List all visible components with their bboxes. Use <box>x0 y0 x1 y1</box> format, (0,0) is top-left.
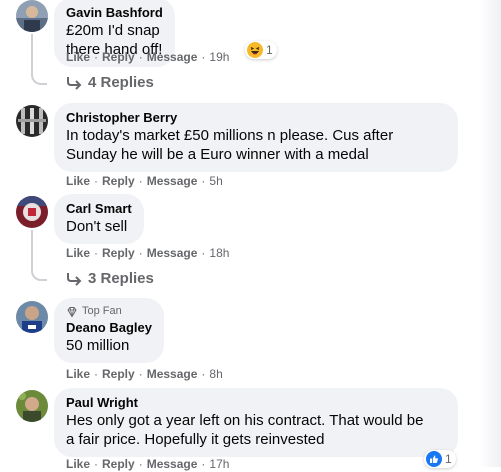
reaction-badge[interactable]: 1 <box>424 450 456 468</box>
diamond-icon <box>67 306 77 317</box>
separator: · <box>138 367 143 381</box>
separator: · <box>94 367 99 381</box>
separator: · <box>201 174 206 188</box>
thread-line <box>31 230 33 266</box>
author-name[interactable]: Gavin Bashford <box>66 5 163 21</box>
reply-button[interactable]: Reply <box>102 367 135 381</box>
timestamp[interactable]: 8h <box>209 367 222 381</box>
separator: · <box>201 457 206 471</box>
avatar[interactable] <box>16 390 48 422</box>
reply-button[interactable]: Reply <box>102 174 135 188</box>
like-button[interactable]: Like <box>66 174 90 188</box>
separator: · <box>201 246 206 260</box>
reaction-count: 1 <box>266 43 273 57</box>
separator: · <box>138 246 143 260</box>
timestamp[interactable]: 5h <box>209 174 222 188</box>
like-button[interactable]: Like <box>66 50 90 64</box>
like-button[interactable]: Like <box>66 457 90 471</box>
author-name[interactable]: Deano Bagley <box>66 320 152 336</box>
separator: · <box>138 174 143 188</box>
message-button[interactable]: Message <box>147 246 198 260</box>
message-button[interactable]: Message <box>147 174 198 188</box>
avatar[interactable] <box>16 0 48 32</box>
reaction-badge[interactable]: 1 <box>245 41 277 59</box>
thread-curve <box>31 265 47 281</box>
top-fan-badge: Top Fan <box>66 305 152 318</box>
message-button[interactable]: Message <box>147 50 198 64</box>
reply-arrow-icon <box>67 272 82 286</box>
separator: · <box>94 174 99 188</box>
replies-count: 3 Replies <box>88 270 154 287</box>
scroll-edge-shadow <box>479 0 501 467</box>
comment-actions: Like · Reply · Message · 17h <box>66 456 229 472</box>
haha-icon <box>247 42 263 58</box>
separator: · <box>138 457 143 471</box>
reply-button[interactable]: Reply <box>102 457 135 471</box>
thread-line <box>31 34 33 70</box>
view-replies-button[interactable]: 3 Replies <box>66 270 154 287</box>
reply-button[interactable]: Reply <box>102 246 135 260</box>
comment-text: Don't sell <box>66 218 128 235</box>
like-button[interactable]: Like <box>66 367 90 381</box>
comment-text: In today's market £50 millions n please.… <box>66 127 394 163</box>
comment-actions: Like · Reply · Message · 18h <box>66 245 229 261</box>
like-button[interactable]: Like <box>66 246 90 260</box>
timestamp[interactable]: 18h <box>209 246 229 260</box>
reply-button[interactable]: Reply <box>102 50 135 64</box>
comment-bubble: Christopher Berry In today's market £50 … <box>54 103 458 172</box>
author-name[interactable]: Carl Smart <box>66 201 132 217</box>
timestamp[interactable]: 19h <box>209 50 229 64</box>
thread-curve <box>31 69 47 85</box>
reply-arrow-icon <box>67 76 82 90</box>
like-icon <box>426 451 442 467</box>
separator: · <box>201 367 206 381</box>
comment-actions: Like · Reply · Message · 8h <box>66 366 223 382</box>
avatar[interactable] <box>16 301 48 333</box>
author-name[interactable]: Paul Wright <box>66 395 446 411</box>
author-name[interactable]: Christopher Berry <box>66 110 446 126</box>
separator: · <box>94 246 99 260</box>
message-button[interactable]: Message <box>147 457 198 471</box>
timestamp[interactable]: 17h <box>209 457 229 471</box>
comment-text: 50 million <box>66 337 130 354</box>
comment-text: Hes only got a year left on his contract… <box>66 412 424 448</box>
comment-actions: Like · Reply · Message · 5h <box>66 173 223 189</box>
badge-label: Top Fan <box>82 305 122 317</box>
separator: · <box>94 457 99 471</box>
avatar[interactable] <box>16 196 48 228</box>
separator: · <box>201 50 206 64</box>
reaction-count: 1 <box>445 452 452 466</box>
separator: · <box>94 50 99 64</box>
view-replies-button[interactable]: 4 Replies <box>66 74 154 91</box>
comment-actions: Like · Reply · Message · 19h <box>66 49 229 65</box>
comment-bubble: Paul Wright Hes only got a year left on … <box>54 388 458 457</box>
avatar[interactable] <box>16 105 48 137</box>
separator: · <box>138 50 143 64</box>
message-button[interactable]: Message <box>147 367 198 381</box>
replies-count: 4 Replies <box>88 74 154 91</box>
comment-bubble: Carl Smart Don't sell <box>54 194 144 244</box>
comment-bubble: Top Fan Deano Bagley 50 million <box>54 298 164 363</box>
